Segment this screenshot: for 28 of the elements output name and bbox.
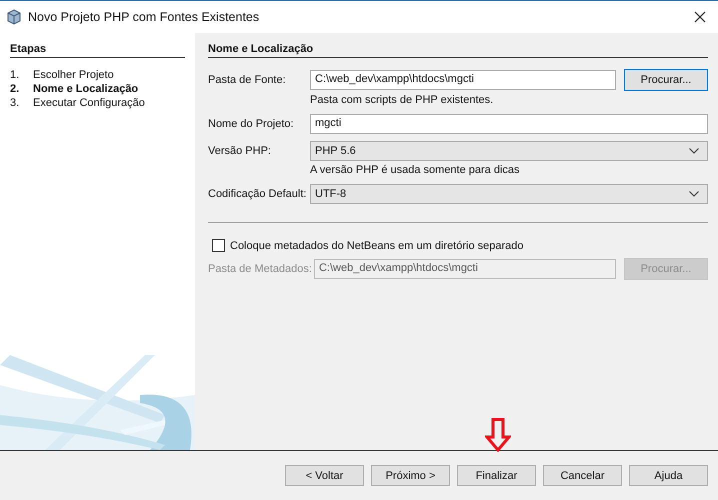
arrow-down-icon — [485, 418, 511, 452]
step-item: 1. Escolher Projeto — [10, 68, 115, 82]
step-item: 2. Nome e Localização — [10, 82, 140, 96]
close-icon[interactable] — [694, 11, 706, 23]
dropdown[interactable]: PHP 5.6 — [310, 141, 708, 161]
step-item: 3. Executar Configuração — [10, 96, 146, 110]
section-heading: Nome e Localização — [208, 43, 708, 58]
dropdown[interactable]: UTF-8 — [310, 184, 708, 204]
hint-text: A versão PHP é usada somente para dicas — [310, 164, 521, 178]
chevron-down-icon — [689, 191, 699, 197]
wizard-button[interactable]: Finalizar — [457, 465, 536, 486]
wizard-button[interactable]: Próximo > — [371, 465, 450, 486]
input-field[interactable]: mgcti — [310, 114, 708, 134]
wizard-button[interactable]: < Voltar — [285, 465, 364, 486]
field-label: Pasta de Metadados: — [208, 262, 312, 274]
field-label: Codificação Default: — [208, 188, 308, 200]
chevron-down-icon — [689, 148, 699, 154]
window-title: Novo Projeto PHP com Fontes Existentes — [28, 10, 260, 24]
cube-icon — [6, 9, 22, 25]
hint-text: Pasta com scripts de PHP existentes. — [310, 94, 494, 108]
steps-heading: Etapas — [10, 43, 185, 58]
browse-button[interactable]: Procurar... — [624, 68, 708, 90]
input-field[interactable]: C:\web_dev\xampp\htdocs\mgcti — [310, 70, 616, 90]
wizard-button[interactable]: Ajuda — [629, 465, 708, 486]
field-label: Versão PHP: — [208, 145, 272, 157]
field-label: Pasta de Fonte: — [208, 74, 287, 86]
wizard-button[interactable]: Cancelar — [543, 465, 622, 486]
field-label: Nome do Projeto: — [208, 118, 295, 130]
